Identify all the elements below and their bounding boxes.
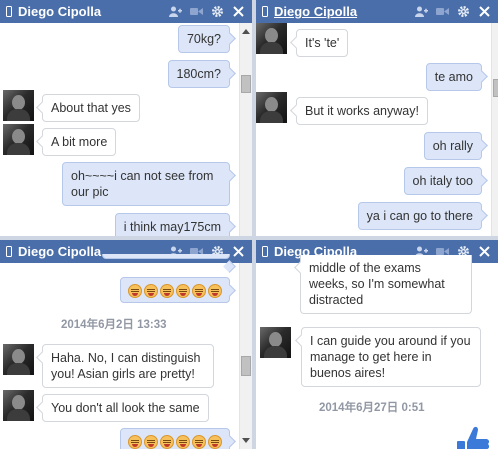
message-list[interactable]: middle of the exams weeks, so I'm somewh… (256, 255, 498, 449)
message-bubble-incoming: Haha. No, I can distinguish you! Asian g… (42, 344, 214, 388)
tongue-emoji-icon (176, 283, 190, 298)
message-list[interactable]: It's 'te' te amo But it works anyway! oh… (256, 23, 498, 236)
avatar[interactable] (3, 90, 34, 121)
message-bubble-incoming: You don't all look the same (42, 394, 209, 422)
close-icon[interactable] (232, 245, 245, 258)
tongue-emoji-icon (144, 283, 158, 298)
message-bubble-incoming: I can guide you around if you manage to … (301, 327, 481, 387)
smile-emoji-icon (160, 434, 174, 449)
close-icon[interactable] (232, 5, 245, 18)
message-bubble-outgoing: te amo (425, 63, 482, 91)
add-friend-icon[interactable] (169, 5, 182, 18)
video-call-icon[interactable] (190, 5, 203, 18)
message-bubble-outgoing (102, 254, 230, 259)
emoji-message-bubble (120, 277, 230, 303)
message-bubble-incoming: A bit more (42, 128, 117, 156)
close-icon[interactable] (478, 5, 491, 18)
mobile-icon (262, 6, 268, 17)
avatar[interactable] (256, 23, 287, 54)
scrollbar-thumb[interactable] (493, 79, 498, 97)
message-bubble-outgoing: oh~~~~i can not see from our pic (62, 162, 230, 206)
contact-name[interactable]: Diego Cipolla (274, 4, 415, 19)
message-bubble-outgoing: oh rally (423, 132, 482, 160)
mobile-icon (6, 6, 12, 17)
message-bubble-incoming: It's 'te' (296, 29, 349, 57)
chat-window-4: Diego Cipolla middle of the exams weeks,… (256, 240, 498, 449)
gear-icon[interactable] (457, 5, 470, 18)
smile-emoji-icon (176, 434, 190, 449)
scrollbar-thumb[interactable] (241, 356, 251, 376)
chat-header[interactable]: Diego Cipolla (256, 0, 498, 23)
smile-emoji-icon (144, 434, 158, 449)
smile-emoji-icon (192, 434, 206, 449)
scrollbar[interactable] (239, 23, 252, 236)
message-bubble-outgoing: 180cm? (167, 60, 230, 88)
mobile-icon (262, 246, 268, 257)
close-icon[interactable] (478, 245, 491, 258)
avatar[interactable] (3, 344, 34, 375)
avatar[interactable] (3, 390, 34, 421)
message-list[interactable]: 70kg? 180cm? About that yes A bit more o… (0, 23, 240, 236)
contact-name[interactable]: Diego Cipolla (18, 4, 169, 19)
thumbs-up-icon[interactable] (456, 425, 490, 449)
tongue-emoji-icon (128, 283, 142, 298)
chat-window-2: Diego Cipolla It's 'te' te amo But it wo… (256, 0, 498, 236)
chat-header[interactable]: Diego Cipolla (0, 240, 252, 263)
emoji-message-bubble (120, 428, 230, 449)
message-bubble-outgoing: oh italy too (403, 167, 482, 195)
scroll-down-arrow[interactable] (242, 438, 250, 443)
panel-divider-vertical (252, 0, 256, 449)
avatar[interactable] (260, 327, 291, 358)
timestamp: 2014年6月2日 13:33 (61, 319, 167, 331)
message-bubble-incoming: But it works anyway! (296, 97, 428, 125)
avatar[interactable] (256, 92, 287, 123)
message-bubble-outgoing: ya i can go to there (357, 202, 482, 230)
chat-window-1: Diego Cipolla 70kg? 180cm? About that ye… (0, 0, 252, 236)
smile-emoji-icon (128, 434, 142, 449)
avatar[interactable] (3, 124, 34, 155)
add-friend-icon[interactable] (415, 5, 428, 18)
scrollbar-thumb[interactable] (241, 75, 251, 93)
message-bubble-outgoing: 70kg? (177, 25, 230, 53)
scroll-up-arrow[interactable] (242, 29, 250, 34)
timestamp: 2014年6月27日 0:51 (319, 402, 425, 414)
scrollbar[interactable] (491, 23, 498, 236)
panel-divider-horizontal (0, 236, 498, 240)
tongue-emoji-icon (192, 283, 206, 298)
scrollbar[interactable] (239, 263, 252, 449)
tongue-emoji-icon (208, 283, 222, 298)
message-bubble-incoming: About that yes (42, 94, 140, 122)
chat-header[interactable]: Diego Cipolla (0, 0, 252, 23)
video-call-icon[interactable] (436, 5, 449, 18)
mobile-icon (6, 246, 12, 257)
smile-emoji-icon (208, 434, 222, 449)
gear-icon[interactable] (211, 5, 224, 18)
message-bubble-incoming: middle of the exams weeks, so I'm somewh… (300, 255, 472, 314)
chat-window-3: Diego Cipolla 2014年6月2日 13:33 Haha. No, … (0, 240, 252, 449)
message-bubble-outgoing: i think may175cm (114, 213, 230, 236)
message-list[interactable]: 2014年6月2日 13:33 Haha. No, I can distingu… (0, 254, 240, 449)
tongue-emoji-icon (160, 283, 174, 298)
